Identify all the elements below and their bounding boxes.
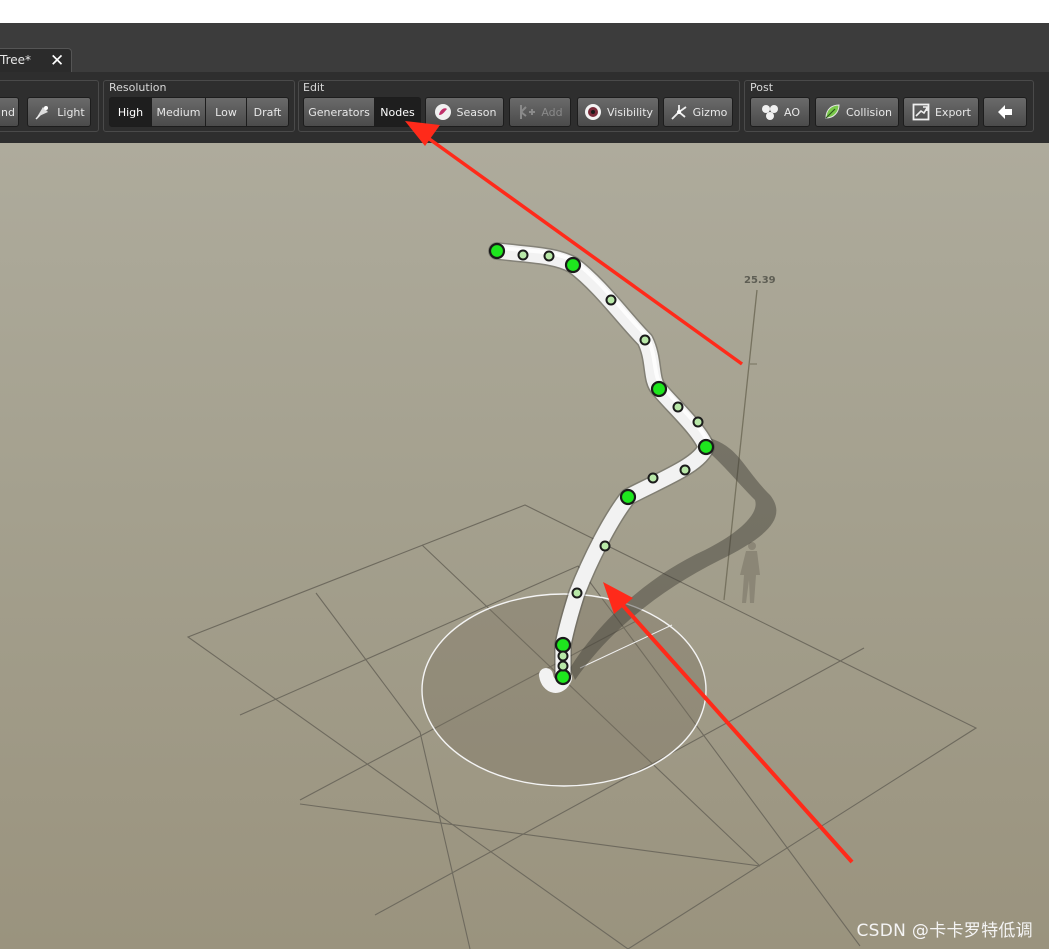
gizmo-button[interactable]: Gizmo — [663, 97, 733, 127]
season-button[interactable]: Season — [425, 97, 504, 127]
draft-label: Draft — [253, 105, 282, 119]
resolution-high-button[interactable]: High — [109, 97, 152, 127]
watermark: CSDN @卡卡罗特低调 — [856, 921, 1033, 941]
generators-label: Generators — [308, 105, 370, 119]
light-button[interactable]: Light — [27, 97, 91, 127]
visibility-label: Visibility — [606, 105, 654, 119]
tab-tree[interactable]: Tree* ✕ — [0, 48, 72, 72]
tab-bar — [0, 23, 1049, 72]
add-icon — [517, 102, 537, 122]
light-label: Light — [57, 105, 85, 119]
gizmo-icon — [669, 102, 689, 122]
arrow-left-icon — [995, 102, 1015, 122]
resolution-medium-button[interactable]: Medium — [151, 97, 206, 127]
resolution-title: Resolution — [109, 81, 167, 94]
export-label: Export — [934, 105, 971, 119]
top-margin — [0, 0, 1049, 23]
group-scene: nd Light — [0, 80, 99, 132]
high-label: High — [117, 105, 144, 119]
close-icon[interactable]: ✕ — [50, 49, 64, 73]
group-resolution: Resolution High Medium Low Draft — [103, 80, 295, 132]
ao-button[interactable]: AO — [750, 97, 810, 127]
export-icon — [911, 102, 931, 122]
light-icon — [33, 102, 53, 122]
group-post: Post AO Collision Export — [744, 80, 1034, 132]
collision-button[interactable]: Collision — [815, 97, 899, 127]
nodes-button[interactable]: Nodes — [374, 97, 421, 127]
wind-button[interactable]: nd — [0, 97, 19, 127]
season-icon — [433, 102, 453, 122]
gizmo-label: Gizmo — [692, 105, 728, 119]
visibility-button[interactable]: Visibility — [577, 97, 659, 127]
back-button[interactable] — [983, 97, 1027, 127]
resolution-draft-button[interactable]: Draft — [246, 97, 289, 127]
add-label: Add — [541, 105, 563, 119]
wind-label: nd — [1, 105, 15, 119]
add-button[interactable]: Add — [509, 97, 571, 127]
group-edit: Edit Generators Nodes Season Add Visibil… — [298, 80, 740, 132]
height-marker-label: 25.39 — [744, 275, 776, 286]
collision-icon — [822, 102, 842, 122]
nodes-label: Nodes — [380, 105, 415, 119]
tab-title: Tree* — [0, 53, 32, 67]
3d-viewport[interactable] — [0, 143, 1049, 949]
ao-label: AO — [784, 105, 800, 119]
ao-icon — [760, 102, 780, 122]
toolbar: nd Light Resolution High Medium Low Draf… — [0, 72, 1049, 143]
season-label: Season — [456, 105, 497, 119]
collision-label: Collision — [845, 105, 893, 119]
post-title: Post — [750, 81, 774, 94]
low-label: Low — [215, 105, 237, 119]
medium-label: Medium — [156, 105, 201, 119]
edit-title: Edit — [303, 81, 325, 94]
eye-icon — [583, 102, 603, 122]
generators-button[interactable]: Generators — [303, 97, 375, 127]
export-button[interactable]: Export — [903, 97, 979, 127]
resolution-low-button[interactable]: Low — [205, 97, 247, 127]
